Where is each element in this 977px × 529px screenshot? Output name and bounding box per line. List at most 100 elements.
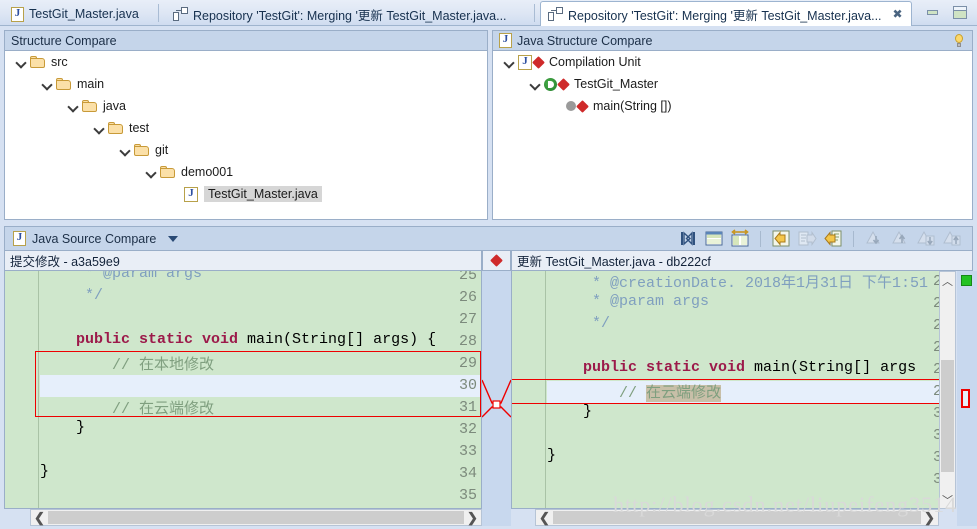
scroll-up-arrow-icon[interactable]: ︿ (940, 272, 955, 289)
tab-divider (534, 4, 535, 22)
view-menu-caret-icon[interactable] (168, 235, 179, 242)
right-line-number-gutter (512, 271, 546, 508)
maximize-button[interactable] (953, 6, 968, 19)
scroll-left-arrow-icon[interactable]: ❮ (536, 510, 553, 525)
folder-icon (160, 165, 176, 179)
chevron-down-icon[interactable] (93, 122, 106, 135)
tab-repository-merging-1[interactable]: Repository 'TestGit': Merging '更新 TestGi… (166, 2, 515, 26)
tree-item-label: src (51, 55, 68, 69)
java-structure-compare-panel: Java Structure Compare Compilation Unit … (492, 30, 973, 220)
tree-item-testgit-master-class[interactable]: TestGit_Master (493, 73, 972, 95)
chevron-down-icon[interactable] (41, 78, 54, 91)
compare-editor-window: TestGit_Master.java Repository 'TestGit'… (0, 0, 977, 529)
scroll-down-arrow-icon[interactable]: ﹀ (940, 491, 955, 508)
java-structure-compare-tree[interactable]: Compilation Unit TestGit_Master main(Str… (493, 51, 972, 219)
code-line: } (40, 419, 481, 441)
left-horizontal-scrollbar[interactable]: ❮ ❯ (30, 509, 482, 526)
tab-label: Repository 'TestGit': Merging '更新 TestGi… (193, 8, 507, 23)
java-file-icon (13, 231, 26, 246)
chevron-down-icon[interactable] (119, 144, 132, 157)
code-line: // 在本地修改 (40, 353, 481, 375)
tree-item-label: git (155, 143, 169, 157)
scroll-left-arrow-icon[interactable]: ❮ (31, 510, 48, 525)
tab-testgit-master-java[interactable]: TestGit_Master.java (4, 2, 147, 26)
class-icon (544, 77, 557, 91)
structure-compare-header: Structure Compare (5, 31, 487, 51)
change-diamond-icon (557, 77, 570, 91)
java-source-compare-header: Java Source Compare (4, 226, 973, 250)
java-file-icon (184, 186, 198, 202)
chevron-down-icon[interactable] (15, 56, 28, 69)
left-line-number-gutter (5, 271, 39, 508)
chevron-down-icon[interactable] (67, 100, 80, 113)
tab-divider (158, 4, 159, 22)
scrollbar-thumb[interactable] (553, 511, 921, 524)
line-number: 33 (458, 443, 477, 460)
copy-all-left-to-right-icon (797, 229, 817, 248)
tree-item-java[interactable]: java (5, 95, 487, 117)
switch-left-right-icon[interactable] (678, 229, 698, 248)
line-number: 28 (458, 333, 477, 350)
tree-item-main[interactable]: main (5, 73, 487, 95)
code-line: } (547, 403, 955, 425)
scroll-right-arrow-icon[interactable]: ❯ (921, 510, 938, 525)
tree-item-git[interactable]: git (5, 139, 487, 161)
minimize-button[interactable] (926, 6, 941, 19)
left-file-title-bar: 提交修改 - a3a59e9 (4, 250, 482, 271)
scroll-right-arrow-icon[interactable]: ❯ (464, 510, 481, 525)
folder-icon (30, 55, 46, 69)
line-number: 25 (458, 271, 477, 284)
method-icon (566, 101, 576, 111)
copy-all-right-to-left-icon[interactable] (771, 229, 791, 248)
code-line: * @param args (40, 271, 481, 287)
chevron-down-icon[interactable] (529, 78, 542, 91)
line-number: 26 (458, 289, 477, 306)
java-structure-compare-title: Java Structure Compare (517, 33, 653, 48)
code-line: * @creationDate. 2018年1月31日 下午1:51 (547, 271, 955, 293)
tree-item-label: main (77, 77, 105, 91)
two-pane-horizontal-layout-icon[interactable] (730, 229, 750, 248)
change-diamond-icon (576, 99, 589, 113)
tree-item-main-method[interactable]: main(String []) (493, 95, 972, 117)
code-line: public static void main(String[] args (547, 359, 955, 381)
structure-compare-panel: Structure Compare src main java test git… (4, 30, 488, 220)
scrollbar-thumb[interactable] (941, 360, 954, 472)
right-vertical-scrollbar[interactable]: ︿ ﹀ (939, 271, 956, 509)
difference-connector-gutter[interactable] (481, 271, 512, 526)
line-number: 32 (458, 421, 477, 438)
change-diamond-icon (490, 254, 503, 267)
overview-ruler[interactable] (957, 271, 977, 526)
tab-label: Repository 'TestGit': Merging '更新 TestGi… (568, 8, 882, 23)
tree-item-demo001[interactable]: demo001 (5, 161, 487, 183)
quick-fix-bulb-icon[interactable] (954, 34, 964, 48)
chevron-down-icon[interactable] (503, 56, 516, 69)
folder-icon (82, 99, 98, 113)
difference-marker[interactable] (961, 389, 970, 408)
line-number: 35 (458, 487, 477, 504)
two-pane-vertical-layout-icon[interactable] (704, 229, 724, 248)
compilation-unit-icon (518, 54, 532, 70)
scrollbar-thumb[interactable] (48, 511, 464, 524)
code-line (40, 375, 481, 397)
line-number: 29 (458, 355, 477, 372)
close-icon[interactable]: ✖ (893, 7, 903, 21)
chevron-down-icon[interactable] (145, 166, 158, 179)
tab-repository-merging-2[interactable]: Repository 'TestGit': Merging '更新 TestGi… (540, 1, 912, 26)
tree-item-src[interactable]: src (5, 51, 487, 73)
tree-item-testgit-master-java[interactable]: TestGit_Master.java (5, 183, 487, 205)
code-line (40, 309, 481, 331)
right-file-title: 更新 TestGit_Master.java - db222cf (517, 255, 711, 269)
tree-item-test[interactable]: test (5, 117, 487, 139)
code-line: * @param args (547, 293, 955, 315)
right-horizontal-scrollbar[interactable]: ❮ ❯ (535, 509, 939, 526)
previous-change-icon (942, 229, 962, 248)
tree-item-label: java (103, 99, 126, 113)
tree-item-compilation-unit[interactable]: Compilation Unit (493, 51, 972, 73)
right-code-pane[interactable]: * @creationDate. 2018年1月31日 下午1:51 24 * … (511, 271, 956, 509)
next-difference-icon (864, 229, 884, 248)
code-line (40, 485, 481, 507)
left-code-pane[interactable]: * @param args 25 */ 26 27 public static … (4, 271, 482, 509)
structure-compare-tree[interactable]: src main java test git demo001 J TestGit… (5, 51, 487, 219)
copy-current-right-to-left-icon[interactable] (823, 229, 843, 248)
tree-item-label: demo001 (181, 165, 234, 179)
